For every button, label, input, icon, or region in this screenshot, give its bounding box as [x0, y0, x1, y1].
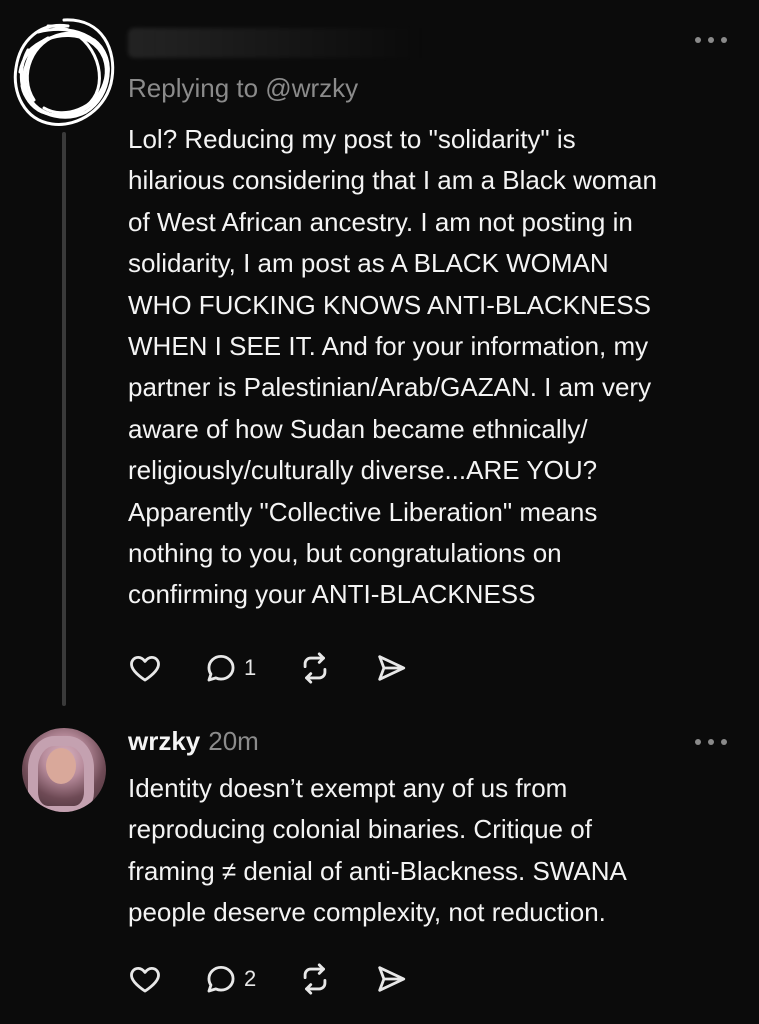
- post-actions: 1: [128, 651, 450, 685]
- username[interactable]: wrzky: [128, 726, 200, 757]
- repost-button[interactable]: [298, 962, 332, 996]
- timestamp: 20m: [208, 726, 259, 756]
- reply-icon: [207, 965, 235, 993]
- reply-button[interactable]: 2: [204, 962, 256, 996]
- reply-icon: [207, 654, 235, 682]
- repost-icon: [303, 652, 327, 684]
- repost-button[interactable]: [298, 651, 332, 685]
- avatar-wrzky[interactable]: [22, 728, 106, 812]
- reply-button[interactable]: 1: [204, 651, 256, 685]
- more-icon: [695, 37, 701, 43]
- like-button[interactable]: [128, 651, 162, 685]
- share-button[interactable]: [374, 962, 408, 996]
- reply-count: 2: [244, 966, 257, 991]
- post-actions: 2: [128, 962, 450, 996]
- like-icon: [130, 966, 160, 993]
- share-icon: [378, 966, 406, 992]
- repost-icon: [303, 963, 327, 995]
- more-options-button[interactable]: [695, 34, 727, 46]
- thread-line: [62, 132, 66, 706]
- post-1: Replying to @wrzky Lol? Reducing my post…: [0, 0, 759, 720]
- reply-count: 1: [244, 655, 257, 680]
- avatar-scribbled-out[interactable]: [8, 12, 120, 132]
- share-button[interactable]: [374, 651, 408, 685]
- like-button[interactable]: [128, 962, 162, 996]
- more-options-button[interactable]: [695, 736, 727, 748]
- more-icon: [695, 739, 701, 745]
- share-icon: [378, 655, 406, 681]
- post-body: Lol? Reducing my post to "solidarity" is…: [128, 124, 657, 610]
- post-header: wrzky 20m: [128, 726, 259, 757]
- redacted-username: [128, 28, 428, 58]
- replying-to-label[interactable]: Replying to @wrzky: [128, 70, 358, 106]
- post-body: Identity doesn’t exempt any of us from r…: [128, 773, 627, 928]
- like-icon: [130, 655, 160, 682]
